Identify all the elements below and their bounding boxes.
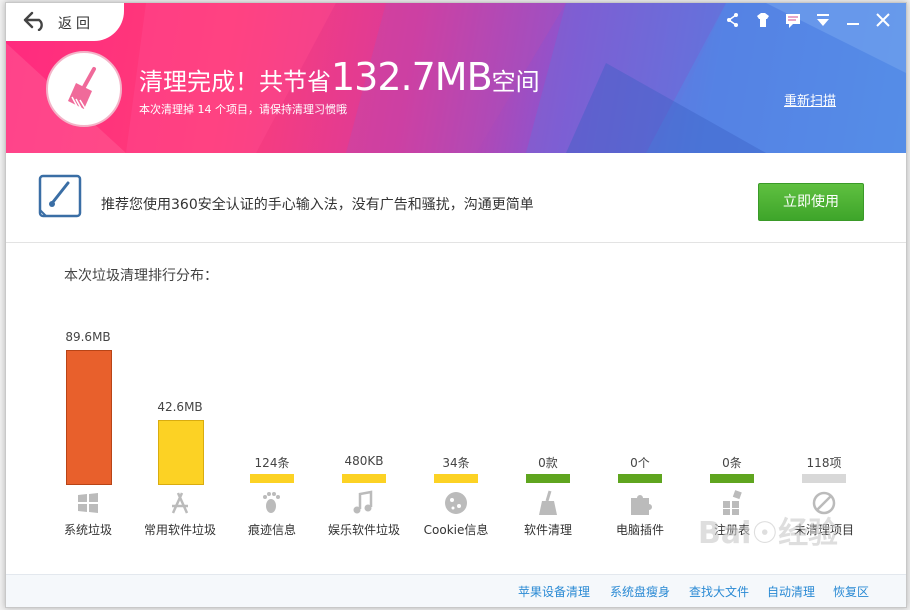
- chart-value-label-3: 480KB: [344, 454, 384, 468]
- footer-link-find-large-files[interactable]: 查找大文件: [689, 583, 749, 600]
- promo-text: 推荐您使用360安全认证的手心输入法，没有广告和骚扰，沟通更简单: [101, 197, 534, 213]
- result-subtitle: 本次清理掉 14 个项目，请保持清理习惯哦: [139, 103, 347, 116]
- chart-category-label-1[interactable]: 常用软件垃圾: [130, 521, 230, 538]
- chart-bar-1: [158, 420, 204, 485]
- promo-banner: 推荐您使用360安全认证的手心输入法，没有广告和骚扰，沟通更简单 立即使用: [6, 154, 906, 243]
- chart-title: 本次垃圾清理排行分布：: [64, 268, 218, 284]
- broom-icon: [528, 489, 568, 517]
- window-controls: [718, 9, 898, 31]
- close-icon[interactable]: [868, 9, 898, 31]
- baidu-watermark: Bai☉经验: [698, 516, 839, 551]
- use-now-button[interactable]: 立即使用: [758, 183, 864, 221]
- menu-icon[interactable]: [808, 9, 838, 31]
- music-icon: [344, 489, 384, 517]
- chart-category-label-0[interactable]: 系统垃圾: [38, 521, 138, 538]
- title-suffix: 空间: [491, 68, 540, 96]
- result-title: 清理完成！共节省132.7MB空间: [139, 55, 540, 99]
- chart-bar-5: [526, 474, 570, 483]
- windows-icon: [68, 489, 108, 517]
- chart-value-label-4: 34条: [442, 456, 470, 470]
- chart-bar-8: [802, 474, 846, 483]
- footer-link-apple-device[interactable]: 苹果设备清理: [518, 583, 590, 600]
- chart-category-label-6[interactable]: 电脑插件: [590, 521, 690, 538]
- chart-value-label-8: 118项: [806, 456, 842, 470]
- puzzle-icon: [620, 489, 660, 517]
- cookie-icon: [436, 489, 476, 517]
- footer-link-restore[interactable]: 恢复区: [833, 583, 869, 600]
- chart-value-label-2: 124条: [254, 456, 290, 470]
- chart-category-label-4[interactable]: Cookie信息: [406, 521, 506, 538]
- title-amount: 132.7MB: [331, 55, 493, 99]
- cleanup-window: 返回 清理完成！共节省132.7MB空间 本次清理掉 14 个项目，请保持清理习…: [5, 2, 907, 608]
- result-header: 返回 清理完成！共节省132.7MB空间 本次清理掉 14 个项目，请保持清理习…: [6, 3, 906, 153]
- chart-category-label-3[interactable]: 娱乐软件垃圾: [314, 521, 414, 538]
- chart-bar-4: [434, 474, 478, 483]
- footer-link-system-slim[interactable]: 系统盘瘦身: [610, 583, 670, 600]
- skin-icon[interactable]: [748, 9, 778, 31]
- footer-bar: 苹果设备清理 系统盘瘦身 查找大文件 自动清理 恢复区: [6, 574, 906, 607]
- chart-value-label-0: 89.6MB: [65, 330, 111, 344]
- chart-value-label-1: 42.6MB: [157, 400, 203, 414]
- chart-bar-0: [66, 350, 112, 485]
- broom-icon: [68, 67, 96, 111]
- rescan-link[interactable]: 重新扫描: [784, 90, 836, 109]
- back-button[interactable]: 返回: [6, 3, 124, 41]
- chart-category-label-2[interactable]: 痕迹信息: [222, 521, 322, 538]
- minimize-icon[interactable]: [838, 9, 868, 31]
- chart-value-label-7: 0条: [722, 456, 742, 470]
- chart-bar-7: [710, 474, 754, 483]
- input-method-icon: [38, 174, 82, 218]
- cleanup-logo: [46, 51, 122, 127]
- footprint-icon: [252, 489, 292, 517]
- chart-bar-2: [250, 474, 294, 483]
- app-store-icon: [160, 489, 200, 517]
- back-arrow-icon: [23, 11, 43, 31]
- footer-link-auto-clean[interactable]: 自动清理: [767, 583, 815, 600]
- chart-value-label-6: 0个: [630, 456, 650, 470]
- share-icon[interactable]: [718, 9, 748, 31]
- chart-value-label-5: 0款: [538, 456, 558, 470]
- chart-bar-6: [618, 474, 662, 483]
- chart-category-label-5[interactable]: 软件清理: [498, 521, 598, 538]
- title-prefix: 清理完成！共节省: [139, 68, 331, 96]
- back-label: 返回: [58, 16, 94, 32]
- chart-bar-3: [342, 474, 386, 483]
- feedback-icon[interactable]: [778, 9, 808, 31]
